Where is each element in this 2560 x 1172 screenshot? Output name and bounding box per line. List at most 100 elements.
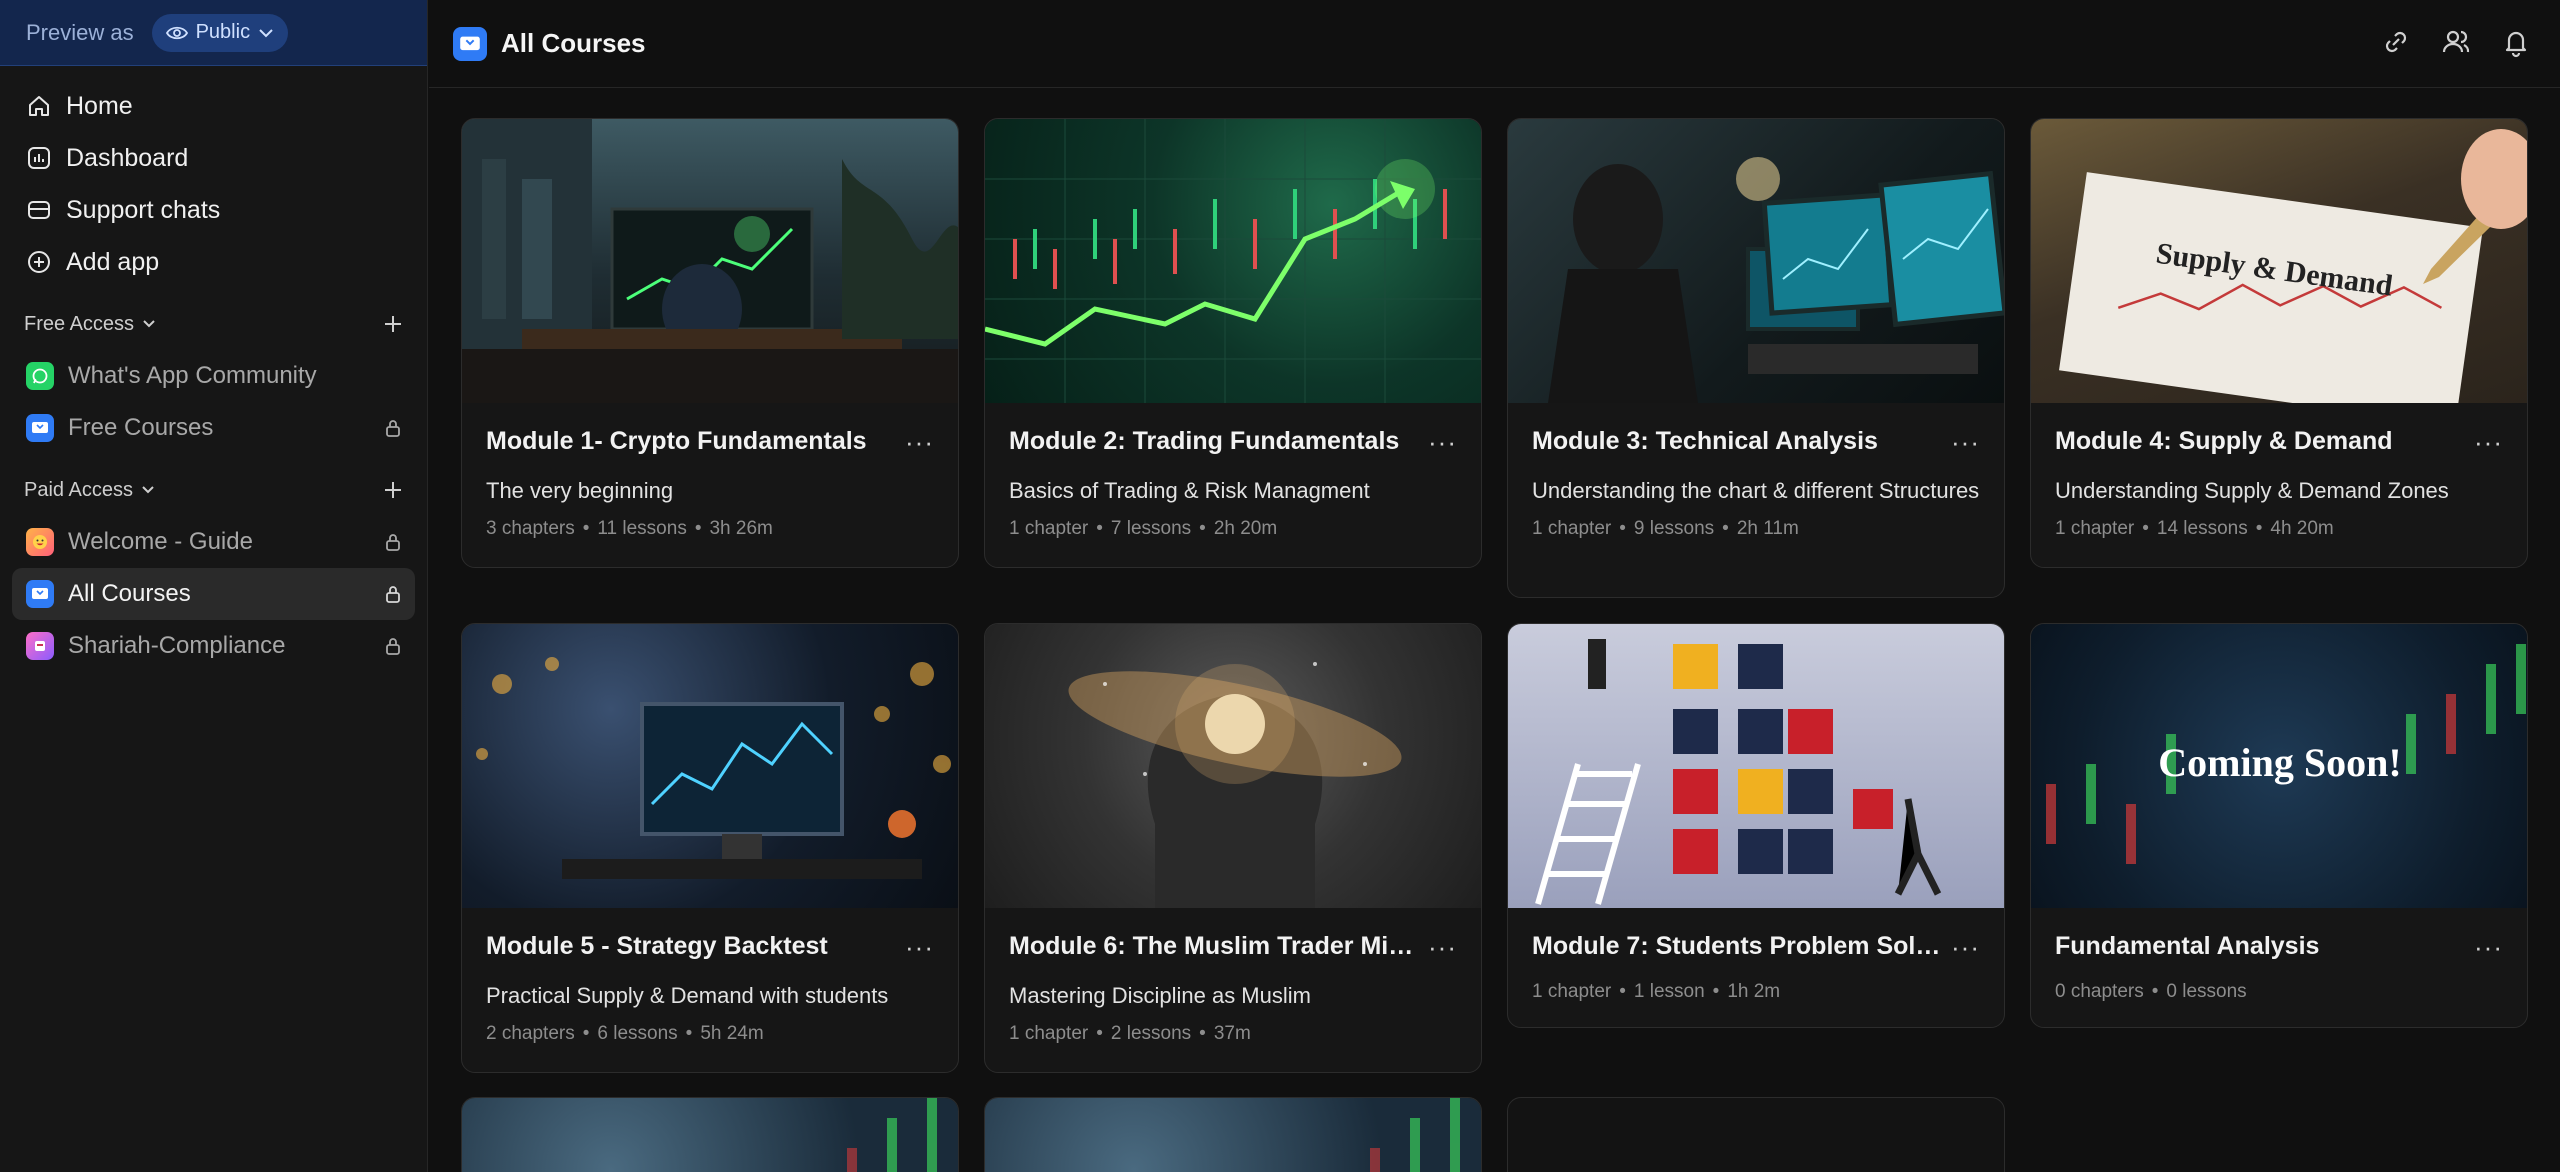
course-card[interactable]: Module 2: Trading Fundamentals ··· Basic… — [984, 118, 1482, 568]
course-lessons: 7 lessons — [1110, 518, 1192, 539]
course-chapters: 1 chapter — [1009, 1023, 1089, 1044]
nav-dashboard[interactable]: Dashboard — [0, 132, 427, 184]
whatsapp-icon — [26, 362, 54, 390]
course-duration: 1h 2m — [1727, 981, 1781, 1002]
sidebar-item-label: Free Courses — [68, 414, 214, 441]
paid-access-title: Paid Access — [24, 478, 133, 501]
course-thumbnail — [462, 624, 958, 908]
course-card-body: Module 2: Trading Fundamentals ··· Basic… — [985, 403, 1481, 540]
more-options-icon[interactable]: ··· — [2474, 429, 2503, 455]
thumbnail-art — [1370, 1098, 1460, 1172]
course-card[interactable] — [984, 1097, 1482, 1172]
course-description: Understanding the chart & different Stru… — [1532, 478, 1980, 503]
course-meta: 1 chapter • 14 lessons • 4h 20m — [2055, 518, 2334, 539]
course-title: Module 5 - Strategy Backtest — [486, 932, 828, 960]
course-meta: 1 chapter • 7 lessons • 2h 20m — [1009, 518, 1278, 539]
more-options-icon[interactable]: ··· — [2474, 934, 2503, 960]
paid-access-header[interactable]: Paid Access — [0, 464, 427, 516]
thumbnail-art — [1548, 157, 2004, 403]
sidebar-item-label: Shariah-Compliance — [68, 632, 286, 659]
course-meta: 0 chapters • 0 lessons — [2055, 981, 2247, 1002]
course-description: Basics of Trading & Risk Managment — [1009, 478, 1370, 503]
course-description: Practical Supply & Demand with students — [486, 983, 889, 1008]
course-card[interactable]: Module 7: Students Problem Solv… ··· 1 c… — [1507, 623, 2005, 1028]
course-title: Fundamental Analysis — [2055, 932, 2320, 960]
course-card[interactable]: Module 3: Technical Analysis ··· Underst… — [1507, 118, 2005, 598]
course-lessons: 2 lessons — [1110, 1023, 1192, 1044]
course-meta: 1 chapter • 1 lesson • 1h 2m — [1532, 981, 1781, 1002]
users-icon[interactable] — [2440, 26, 2472, 58]
course-card[interactable]: Module 1- Crypto Fundamentals ··· The ve… — [461, 118, 959, 568]
lock-icon — [386, 420, 400, 437]
plus-icon[interactable] — [383, 314, 403, 334]
course-card-body: Fundamental Analysis ··· 0 chapters • 0 le… — [2031, 908, 2527, 1003]
course-duration: 37m — [1213, 1023, 1251, 1044]
add-circle-icon — [28, 251, 50, 273]
preview-label: Preview as — [26, 19, 134, 45]
course-description: The very beginning — [486, 478, 674, 503]
course-description: Mastering Discipline as Muslim — [1009, 983, 1311, 1008]
course-thumbnail — [1508, 624, 2004, 908]
app-icon — [26, 632, 54, 660]
sidebar: Preview as Public Home Dashboard Support… — [0, 0, 428, 1172]
plus-icon[interactable] — [383, 480, 403, 500]
thumbnail-art — [476, 657, 951, 879]
sidebar-item-free-courses[interactable]: Free Courses — [0, 402, 427, 454]
thumbnail-art — [462, 119, 958, 403]
preview-mode-select[interactable]: Public — [151, 13, 289, 52]
course-title: Module 7: Students Problem Solv… — [1532, 932, 1942, 960]
lock-icon — [386, 586, 400, 603]
nav-add-app[interactable]: Add app — [0, 236, 427, 288]
course-meta: 2 chapters • 6 lessons • 5h 24m — [486, 1023, 764, 1044]
thumbnail-art — [985, 119, 1481, 403]
course-lessons: 0 lessons — [2166, 981, 2247, 1002]
nav-support-chats[interactable]: Support chats — [0, 184, 427, 236]
course-card[interactable]: Module 5 - Strategy Backtest ··· Practic… — [461, 623, 959, 1073]
course-card-body: Module 3: Technical Analysis ··· Underst… — [1508, 403, 2004, 540]
course-lessons: 11 lessons — [597, 518, 687, 539]
course-thumbnail — [985, 624, 1481, 908]
sidebar-item-shariah-compliance[interactable]: Shariah-Compliance — [0, 620, 427, 672]
eye-icon — [165, 26, 188, 39]
top-bar: All Courses — [429, 0, 2560, 88]
sidebar-item-all-courses[interactable]: All Courses — [12, 568, 415, 620]
dashboard-icon — [28, 147, 50, 169]
free-access-header[interactable]: Free Access — [0, 298, 427, 350]
thumbnail-art — [1068, 662, 1402, 908]
smiley-icon — [26, 528, 54, 556]
nav-add-app-label: Add app — [66, 247, 160, 276]
course-thumbnail: Coming Soon! — [2031, 624, 2527, 908]
lock-icon — [386, 638, 400, 655]
lock-icon — [386, 534, 400, 551]
course-lessons: 1 lesson — [1633, 981, 1705, 1002]
sidebar-item-welcome-guide[interactable]: Welcome - Guide — [0, 516, 427, 568]
sidebar-item-whatsapp-community[interactable]: What's App Community — [0, 350, 427, 402]
more-options-icon[interactable]: ··· — [1951, 934, 1980, 960]
course-chapters: 0 chapters — [2055, 981, 2144, 1002]
course-thumbnail — [462, 1098, 958, 1172]
nav-dashboard-label: Dashboard — [66, 143, 189, 172]
course-card[interactable]: Supply & Demand Module 4: Supply & Deman… — [2030, 118, 2528, 568]
course-duration: 2h 11m — [1736, 518, 1799, 539]
thumbnail-art: Coming Soon! — [2046, 644, 2526, 864]
course-title: Module 3: Technical Analysis — [1532, 427, 1878, 455]
courses-icon — [26, 414, 54, 442]
course-chapters: 1 chapter — [1532, 981, 1612, 1002]
course-card[interactable] — [461, 1097, 959, 1172]
course-lessons: 6 lessons — [597, 1023, 678, 1044]
course-card-body: Module 7: Students Problem Solv… ··· 1 c… — [1508, 908, 2004, 1003]
course-title: Module 1- Crypto Fundamentals — [486, 427, 867, 455]
chevron-down-icon — [142, 486, 154, 494]
nav-home[interactable]: Home — [0, 80, 427, 132]
more-options-icon[interactable]: ··· — [905, 429, 934, 455]
course-card[interactable] — [1507, 1097, 2005, 1172]
bell-icon[interactable] — [2500, 26, 2532, 58]
course-card[interactable]: Coming Soon! Fundamental Analysis ··· 0 … — [2030, 623, 2528, 1028]
more-options-icon[interactable]: ··· — [1428, 934, 1457, 960]
more-options-icon[interactable]: ··· — [1428, 429, 1457, 455]
link-icon[interactable] — [2380, 26, 2412, 58]
more-options-icon[interactable]: ··· — [905, 934, 934, 960]
more-options-icon[interactable]: ··· — [1951, 429, 1980, 455]
course-chapters: 2 chapters — [486, 1023, 575, 1044]
course-card[interactable]: Module 6: The Muslim Trader Mi… ··· Mast… — [984, 623, 1482, 1073]
